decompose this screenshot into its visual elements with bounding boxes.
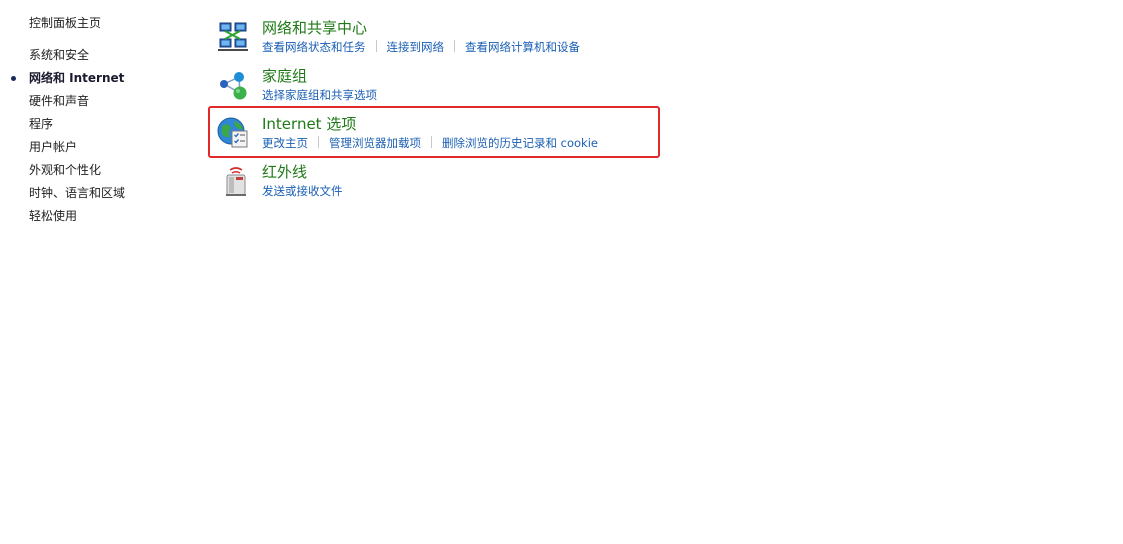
nav-item-programs[interactable]: 程序 bbox=[0, 116, 125, 139]
link-view-network-computers[interactable]: 查看网络计算机和设备 bbox=[465, 40, 580, 54]
nav-item-network-internet[interactable]: 网络和 Internet bbox=[0, 70, 125, 93]
nav-item-clock-region[interactable]: 时钟、语言和区域 bbox=[0, 185, 125, 208]
link-divider bbox=[431, 136, 432, 148]
link-divider bbox=[375, 40, 377, 52]
nav-item-label: 时钟、语言和区域 bbox=[29, 186, 126, 200]
infrared-icon[interactable] bbox=[216, 164, 250, 198]
category-infrared: 红外线 发送或接收文件 bbox=[210, 162, 730, 206]
control-panel-page: 控制面板主页 系统和安全 网络和 Internet 硬件和声音 程序 用户帐户 … bbox=[0, 0, 1123, 544]
category-network-sharing-center: 网络和共享中心 查看网络状态和任务 连接到网络 查看网络计算机和设备 bbox=[210, 18, 730, 62]
current-bullet-icon bbox=[11, 76, 16, 81]
nav-item-hardware-sound[interactable]: 硬件和声音 bbox=[0, 93, 125, 116]
link-manage-addons[interactable]: 管理浏览器加载项 bbox=[329, 136, 421, 150]
category-title[interactable]: 家庭组 bbox=[262, 66, 307, 86]
nav-item-user-accounts[interactable]: 用户帐户 bbox=[0, 139, 125, 162]
nav-item-label: 轻松使用 bbox=[29, 209, 78, 223]
link-divider bbox=[454, 40, 455, 52]
category-links: 查看网络状态和任务 连接到网络 查看网络计算机和设备 bbox=[262, 40, 580, 55]
link-homegroup-sharing-options[interactable]: 选择家庭组和共享选项 bbox=[262, 88, 377, 102]
network-sharing-center-icon[interactable] bbox=[216, 20, 250, 54]
nav-category-list: 系统和安全 网络和 Internet 硬件和声音 程序 用户帐户 外观和个性化 … bbox=[0, 47, 125, 231]
nav-item-label: 程序 bbox=[29, 117, 54, 131]
link-view-network-status[interactable]: 查看网络状态和任务 bbox=[262, 40, 366, 54]
nav-item-label: 网络和 Internet bbox=[29, 71, 125, 85]
nav-item-ease-of-access[interactable]: 轻松使用 bbox=[0, 208, 125, 231]
category-links: 发送或接收文件 bbox=[262, 184, 343, 199]
nav-item-label: 系统和安全 bbox=[29, 48, 90, 62]
category-links: 选择家庭组和共享选项 bbox=[262, 88, 377, 103]
link-delete-history[interactable]: 删除浏览的历史记录和 cookie bbox=[442, 136, 598, 150]
link-send-receive-files[interactable]: 发送或接收文件 bbox=[262, 184, 343, 198]
nav-item-label: 外观和个性化 bbox=[29, 163, 102, 177]
category-links: 更改主页 管理浏览器加载项 删除浏览的历史记录和 cookie bbox=[262, 136, 598, 151]
nav-control-panel-home[interactable]: 控制面板主页 bbox=[29, 14, 101, 31]
category-homegroup: 家庭组 选择家庭组和共享选项 bbox=[210, 66, 730, 110]
category-title[interactable]: 红外线 bbox=[262, 162, 307, 182]
link-change-homepage[interactable]: 更改主页 bbox=[262, 136, 308, 150]
category-title[interactable]: Internet 选项 bbox=[262, 114, 356, 134]
nav-item-system-security[interactable]: 系统和安全 bbox=[0, 47, 125, 70]
category-title[interactable]: 网络和共享中心 bbox=[262, 18, 367, 38]
nav-item-appearance[interactable]: 外观和个性化 bbox=[0, 162, 125, 185]
homegroup-icon[interactable] bbox=[216, 68, 250, 102]
nav-item-label: 硬件和声音 bbox=[29, 94, 90, 108]
nav-item-label: 用户帐户 bbox=[29, 140, 78, 154]
link-divider bbox=[318, 136, 319, 148]
internet-options-icon[interactable] bbox=[216, 116, 250, 150]
category-internet-options: Internet 选项 更改主页 管理浏览器加载项 删除浏览的历史记录和 cooki… bbox=[210, 114, 730, 158]
link-connect-to-network[interactable]: 连接到网络 bbox=[387, 40, 445, 54]
